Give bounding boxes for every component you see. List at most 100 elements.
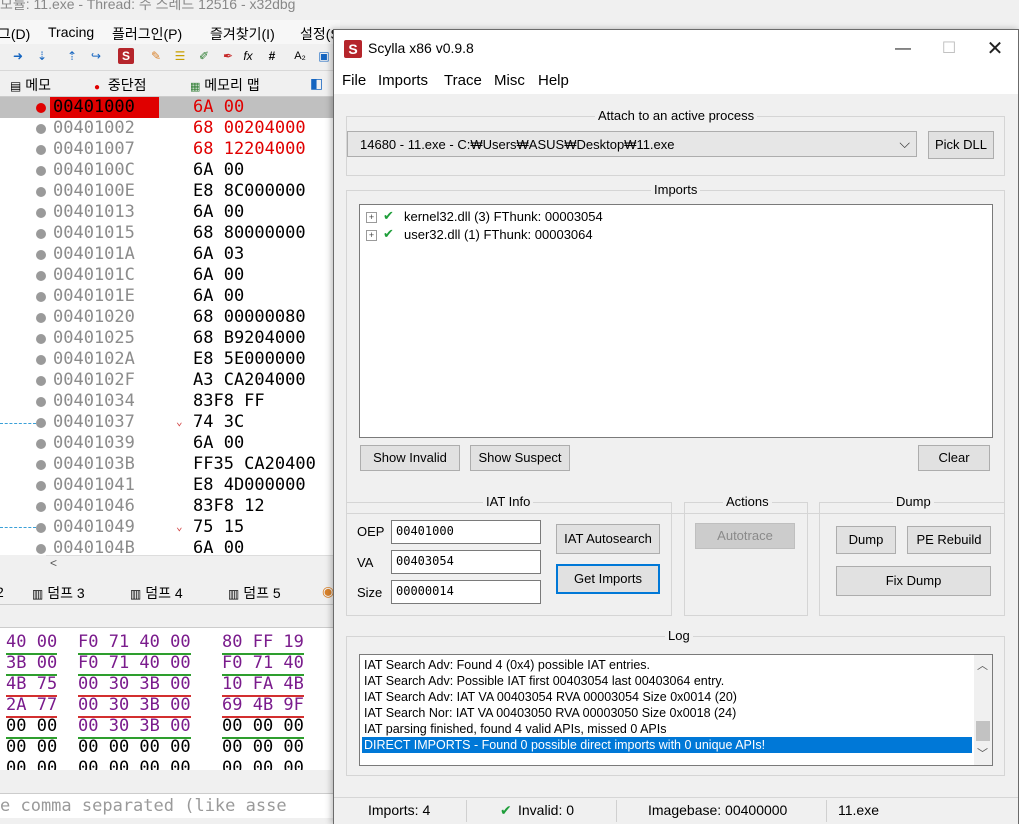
disassembly-row[interactable]: 00401039 6A 00 xyxy=(0,433,340,454)
pe-rebuild-button[interactable]: PE Rebuild xyxy=(907,526,991,554)
breakpoint-dot-icon[interactable] xyxy=(36,376,46,386)
menu-trace[interactable]: Trace xyxy=(444,72,482,89)
scylla-plugin-icon[interactable]: S xyxy=(118,48,134,64)
imports-tree[interactable]: + ✔ kernel32.dll (3) FThunk: 00003054 + … xyxy=(359,204,993,438)
scroll-thumb[interactable] xyxy=(976,721,990,741)
disassembly-row[interactable]: 00401000 6A 00 xyxy=(0,97,340,118)
tab-notes[interactable]: ▤ 메모 xyxy=(10,75,51,95)
menu-plugins[interactable]: 플러그인(P) xyxy=(112,24,182,44)
disassembly-row[interactable]: 0040100E E8 8C000000 xyxy=(0,181,340,202)
minimize-icon[interactable]: — xyxy=(880,30,926,68)
breakpoint-dot-icon[interactable] xyxy=(36,208,46,218)
step-into-icon[interactable]: ⇣ xyxy=(34,48,50,64)
breakpoint-dot-icon[interactable] xyxy=(36,292,46,302)
breakpoint-dot-icon[interactable] xyxy=(36,271,46,281)
disassembly-row[interactable]: 00401049 75 15 ⌄ xyxy=(0,517,340,538)
disassembly-row[interactable]: 00401041 E8 4D000000 xyxy=(0,475,340,496)
breakpoint-dot-icon[interactable] xyxy=(36,523,46,533)
breakpoint-dot-icon[interactable] xyxy=(36,166,46,176)
expand-icon[interactable]: + xyxy=(366,212,377,223)
dump-button[interactable]: Dump xyxy=(836,526,896,554)
fix-dump-button[interactable]: Fix Dump xyxy=(836,566,991,596)
disassembly-row[interactable]: 0040104B 6A 00 xyxy=(0,538,340,555)
module-icon[interactable]: ▣ xyxy=(316,48,332,64)
menu-favourites[interactable]: 즐겨찾기(I) xyxy=(210,24,275,44)
maximize-icon[interactable]: ☐ xyxy=(926,30,972,68)
breakpoint-dot-icon[interactable] xyxy=(36,439,46,449)
disassembly-hscrollbar[interactable]: < xyxy=(46,555,340,572)
disassembly-row[interactable]: 00401037 74 3C ⌄ xyxy=(0,412,340,433)
menu-help[interactable]: Help xyxy=(538,72,569,89)
disassembly-row[interactable]: 00401015 68 80000000 xyxy=(0,223,340,244)
strings-icon[interactable]: A₂ xyxy=(292,48,308,64)
tab-dump-5[interactable]: ▥ 덤프 5 xyxy=(228,583,281,603)
disassembly-row[interactable]: 00401046 83F8 12 xyxy=(0,496,340,517)
get-imports-button[interactable]: Get Imports xyxy=(556,564,660,594)
breakpoint-dot-icon[interactable] xyxy=(36,313,46,323)
hex-dump-view[interactable]: 40 00 F0 71 40 00 80 FF 19 3B 00 F0 71 40 00… xyxy=(0,628,340,770)
log-list[interactable]: IAT Search Adv: Found 4 (0x4) possible I… xyxy=(359,654,993,766)
breakpoint-dot-icon[interactable] xyxy=(36,187,46,197)
menu-imports[interactable]: Imports xyxy=(378,72,428,89)
menu-file[interactable]: File xyxy=(342,72,366,89)
scroll-up-icon[interactable]: ︿ xyxy=(977,657,988,673)
disassembly-row[interactable]: 00401013 6A 00 xyxy=(0,202,340,223)
disassembly-row[interactable]: 0040101E 6A 00 xyxy=(0,286,340,307)
breakpoint-dot-icon[interactable] xyxy=(36,355,46,365)
bookmark-icon[interactable]: ✒ xyxy=(220,48,236,64)
close-icon[interactable]: ✕ xyxy=(972,30,1018,68)
patch-icon[interactable]: ✎ xyxy=(148,48,164,64)
size-field[interactable]: 00000014 xyxy=(391,580,541,604)
process-select[interactable]: 14680 - 11.exe - C:₩Users₩ASUS₩Desktop₩1… xyxy=(347,131,917,157)
breakpoint-dot-icon[interactable] xyxy=(36,145,46,155)
breakpoint-dot-icon[interactable] xyxy=(36,103,46,113)
step-over-icon[interactable]: ➜ xyxy=(10,48,26,64)
show-invalid-button[interactable]: Show Invalid xyxy=(360,445,460,471)
breakpoint-dot-icon[interactable] xyxy=(36,418,46,428)
disassembly-row[interactable]: 0040102F A3 CA204000 xyxy=(0,370,340,391)
scroll-down-icon[interactable]: ﹀ xyxy=(977,745,988,761)
disassembly-row[interactable]: 00401002 68 00204000 xyxy=(0,118,340,139)
breakpoint-dot-icon[interactable] xyxy=(36,460,46,470)
menu-debug[interactable]: 그(D) xyxy=(0,24,30,44)
label-icon[interactable]: ✐ xyxy=(196,48,212,64)
comment-icon[interactable]: ☰ xyxy=(172,48,188,64)
run-to-user-icon[interactable]: ↪ xyxy=(88,48,104,64)
iat-autosearch-button[interactable]: IAT Autosearch xyxy=(556,524,660,554)
menu-tracing[interactable]: Tracing xyxy=(48,24,94,40)
breakpoint-dot-icon[interactable] xyxy=(36,481,46,491)
clear-button[interactable]: Clear xyxy=(918,445,990,471)
disassembly-row[interactable]: 0040101A 6A 03 xyxy=(0,244,340,265)
disassembly-row[interactable]: 0040101C 6A 00 xyxy=(0,265,340,286)
breakpoint-dot-icon[interactable] xyxy=(36,250,46,260)
tab-dump-4[interactable]: ▥ 덤프 4 xyxy=(130,583,183,603)
tab-memory-map[interactable]: ▦ 메모리 맵 xyxy=(190,75,260,95)
show-suspect-button[interactable]: Show Suspect xyxy=(470,445,570,471)
expand-icon[interactable]: + xyxy=(366,230,377,241)
log-scrollbar[interactable]: ︿ ﹀ xyxy=(974,655,992,765)
disassembly-row[interactable]: 0040102A E8 5E000000 xyxy=(0,349,340,370)
oep-field[interactable]: 00401000 xyxy=(391,520,541,544)
breakpoint-dot-icon[interactable] xyxy=(36,229,46,239)
disassembly-row[interactable]: 0040100C 6A 00 xyxy=(0,160,340,181)
tab-dump-2-fragment[interactable]: 2 xyxy=(0,584,4,604)
breakpoint-dot-icon[interactable] xyxy=(36,397,46,407)
disassembly-row[interactable]: 00401025 68 B9204000 xyxy=(0,328,340,349)
hash-icon[interactable]: # xyxy=(264,48,280,64)
disassembly-row[interactable]: 0040103B FF35 CA20400 xyxy=(0,454,340,475)
pick-dll-button[interactable]: Pick DLL xyxy=(928,131,994,159)
scylla-titlebar[interactable]: S Scylla x86 v0.9.8 — ☐ ✕ xyxy=(334,30,1018,68)
disassembly-row[interactable]: 00401007 68 12204000 xyxy=(0,139,340,160)
tab-next-icon[interactable]: ◧ xyxy=(310,75,323,95)
va-field[interactable]: 00403054 xyxy=(391,550,541,574)
autotrace-button[interactable]: Autotrace xyxy=(695,523,795,549)
step-out-icon[interactable]: ⇡ xyxy=(64,48,80,64)
disassembly-row[interactable]: 00401034 83F8 FF xyxy=(0,391,340,412)
disassembly-view[interactable]: 00401000 6A 00 00401002 68 00204000 00401007… xyxy=(0,97,340,555)
breakpoint-dot-icon[interactable] xyxy=(36,124,46,134)
tab-dump-3[interactable]: ▥ 덤프 3 xyxy=(32,583,85,603)
command-bar[interactable]: e comma separated (like asse xyxy=(0,793,340,818)
menu-misc[interactable]: Misc xyxy=(494,72,525,89)
tab-breakpoints[interactable]: ● 중단점 xyxy=(94,75,146,95)
breakpoint-dot-icon[interactable] xyxy=(36,334,46,344)
